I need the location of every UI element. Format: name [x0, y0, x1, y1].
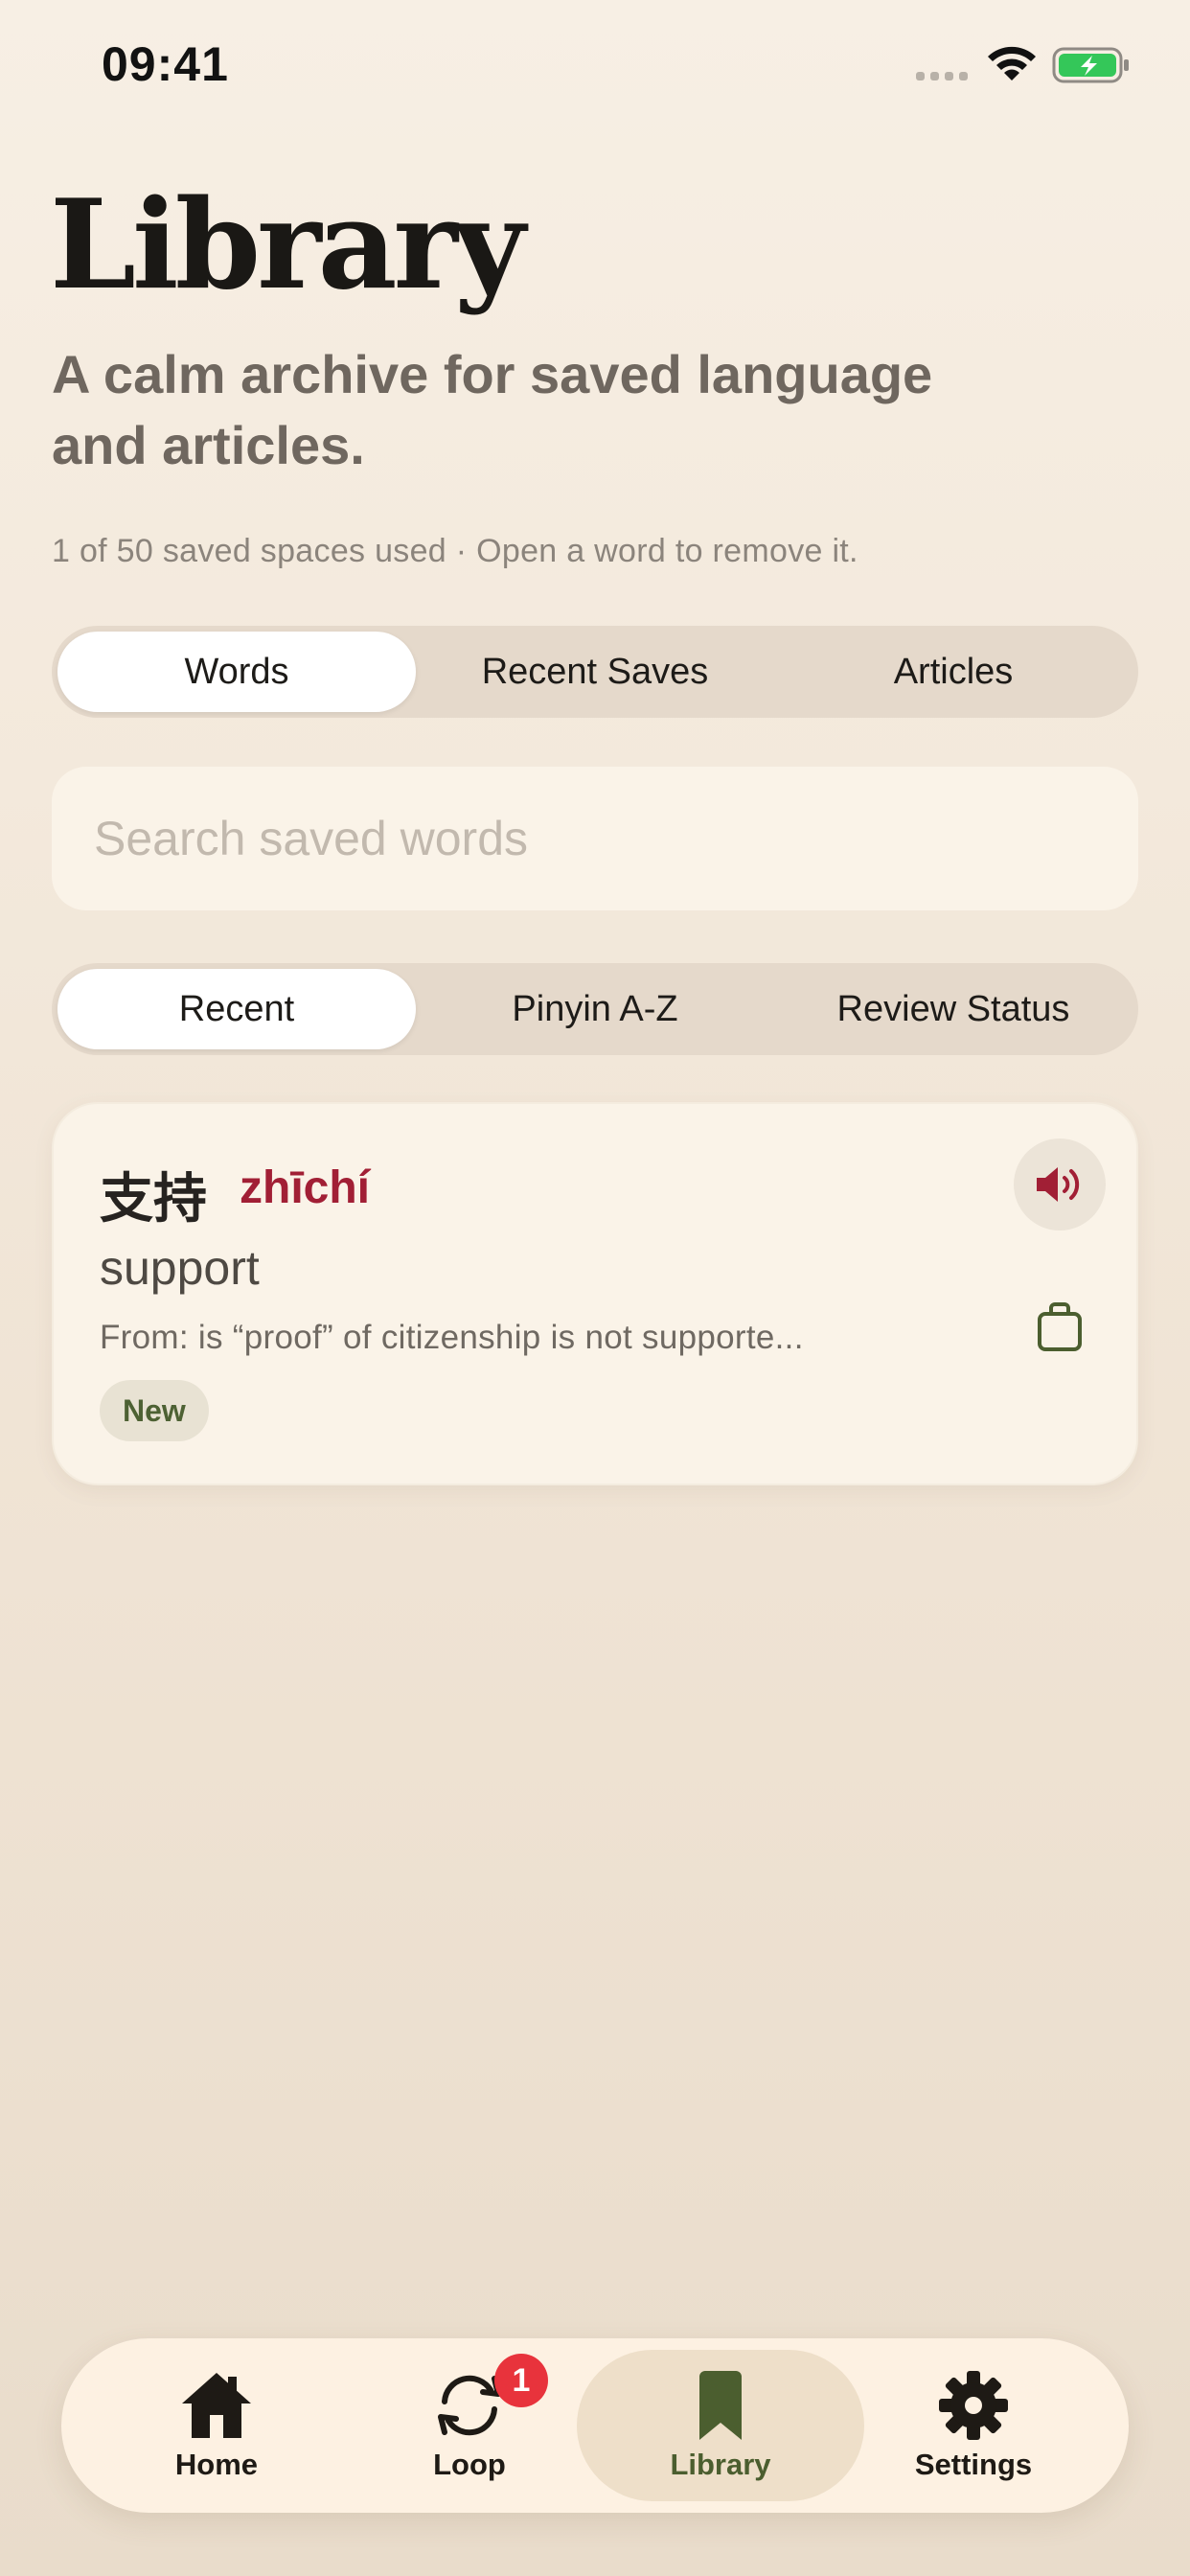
gear-icon	[939, 2371, 1008, 2440]
tab-loop-label: Loop	[433, 2448, 506, 2481]
status-badge: New	[100, 1380, 209, 1441]
house-icon	[182, 2373, 251, 2438]
saved-word-card[interactable]: 支持 zhīchí support From: is “proof” of ci…	[52, 1102, 1138, 1485]
word-meaning: support	[100, 1241, 260, 1295]
remove-word-button[interactable]	[1031, 1296, 1088, 1357]
status-bar: 09:41	[0, 0, 1190, 125]
cellular-signal-icon	[916, 72, 968, 80]
tab-settings-label: Settings	[914, 2448, 1033, 2481]
bottom-tab-bar: Home Loop 1 Library Settings	[61, 2338, 1129, 2513]
word-source: From: is “proof” of citizenship is not s…	[100, 1319, 804, 1356]
play-audio-button[interactable]	[1014, 1138, 1106, 1230]
tab-library-label: Library	[670, 2448, 771, 2481]
wifi-icon	[988, 46, 1036, 80]
sort-recent[interactable]: Recent	[57, 969, 416, 1049]
notification-badge: 1	[494, 2354, 548, 2407]
search-input[interactable]: Search saved words	[52, 767, 1138, 910]
tab-loop[interactable]: Loop	[326, 2350, 613, 2501]
page-title: Library	[50, 173, 525, 317]
tab-words[interactable]: Words	[57, 632, 416, 712]
tab-recent-saves[interactable]: Recent Saves	[416, 632, 774, 712]
tab-articles[interactable]: Articles	[774, 632, 1133, 712]
tab-home-label: Home	[174, 2448, 259, 2481]
storage-usage-note: 1 of 50 saved spaces used · Open a word …	[52, 533, 858, 569]
battery-charging-icon	[1052, 47, 1129, 83]
tab-home[interactable]: Home	[73, 2350, 360, 2501]
tab-settings[interactable]: Settings	[830, 2350, 1117, 2501]
word-pinyin: zhīchí	[240, 1162, 371, 1213]
sort-pinyin[interactable]: Pinyin A-Z	[416, 969, 774, 1049]
bookmark-icon	[699, 2371, 742, 2440]
sort-review-status[interactable]: Review Status	[774, 969, 1133, 1049]
page-subtitle: A calm archive for saved language and ar…	[52, 344, 933, 475]
tab-library[interactable]: Library	[577, 2350, 864, 2501]
status-time: 09:41	[102, 37, 229, 91]
bag-icon	[1038, 1302, 1082, 1351]
sort-segmented-control: Recent Pinyin A-Z Review Status	[52, 963, 1138, 1055]
word-hanzi: 支持	[100, 1168, 207, 1230]
library-type-segmented-control: Words Recent Saves Articles	[52, 626, 1138, 718]
speaker-icon	[1037, 1167, 1080, 1202]
